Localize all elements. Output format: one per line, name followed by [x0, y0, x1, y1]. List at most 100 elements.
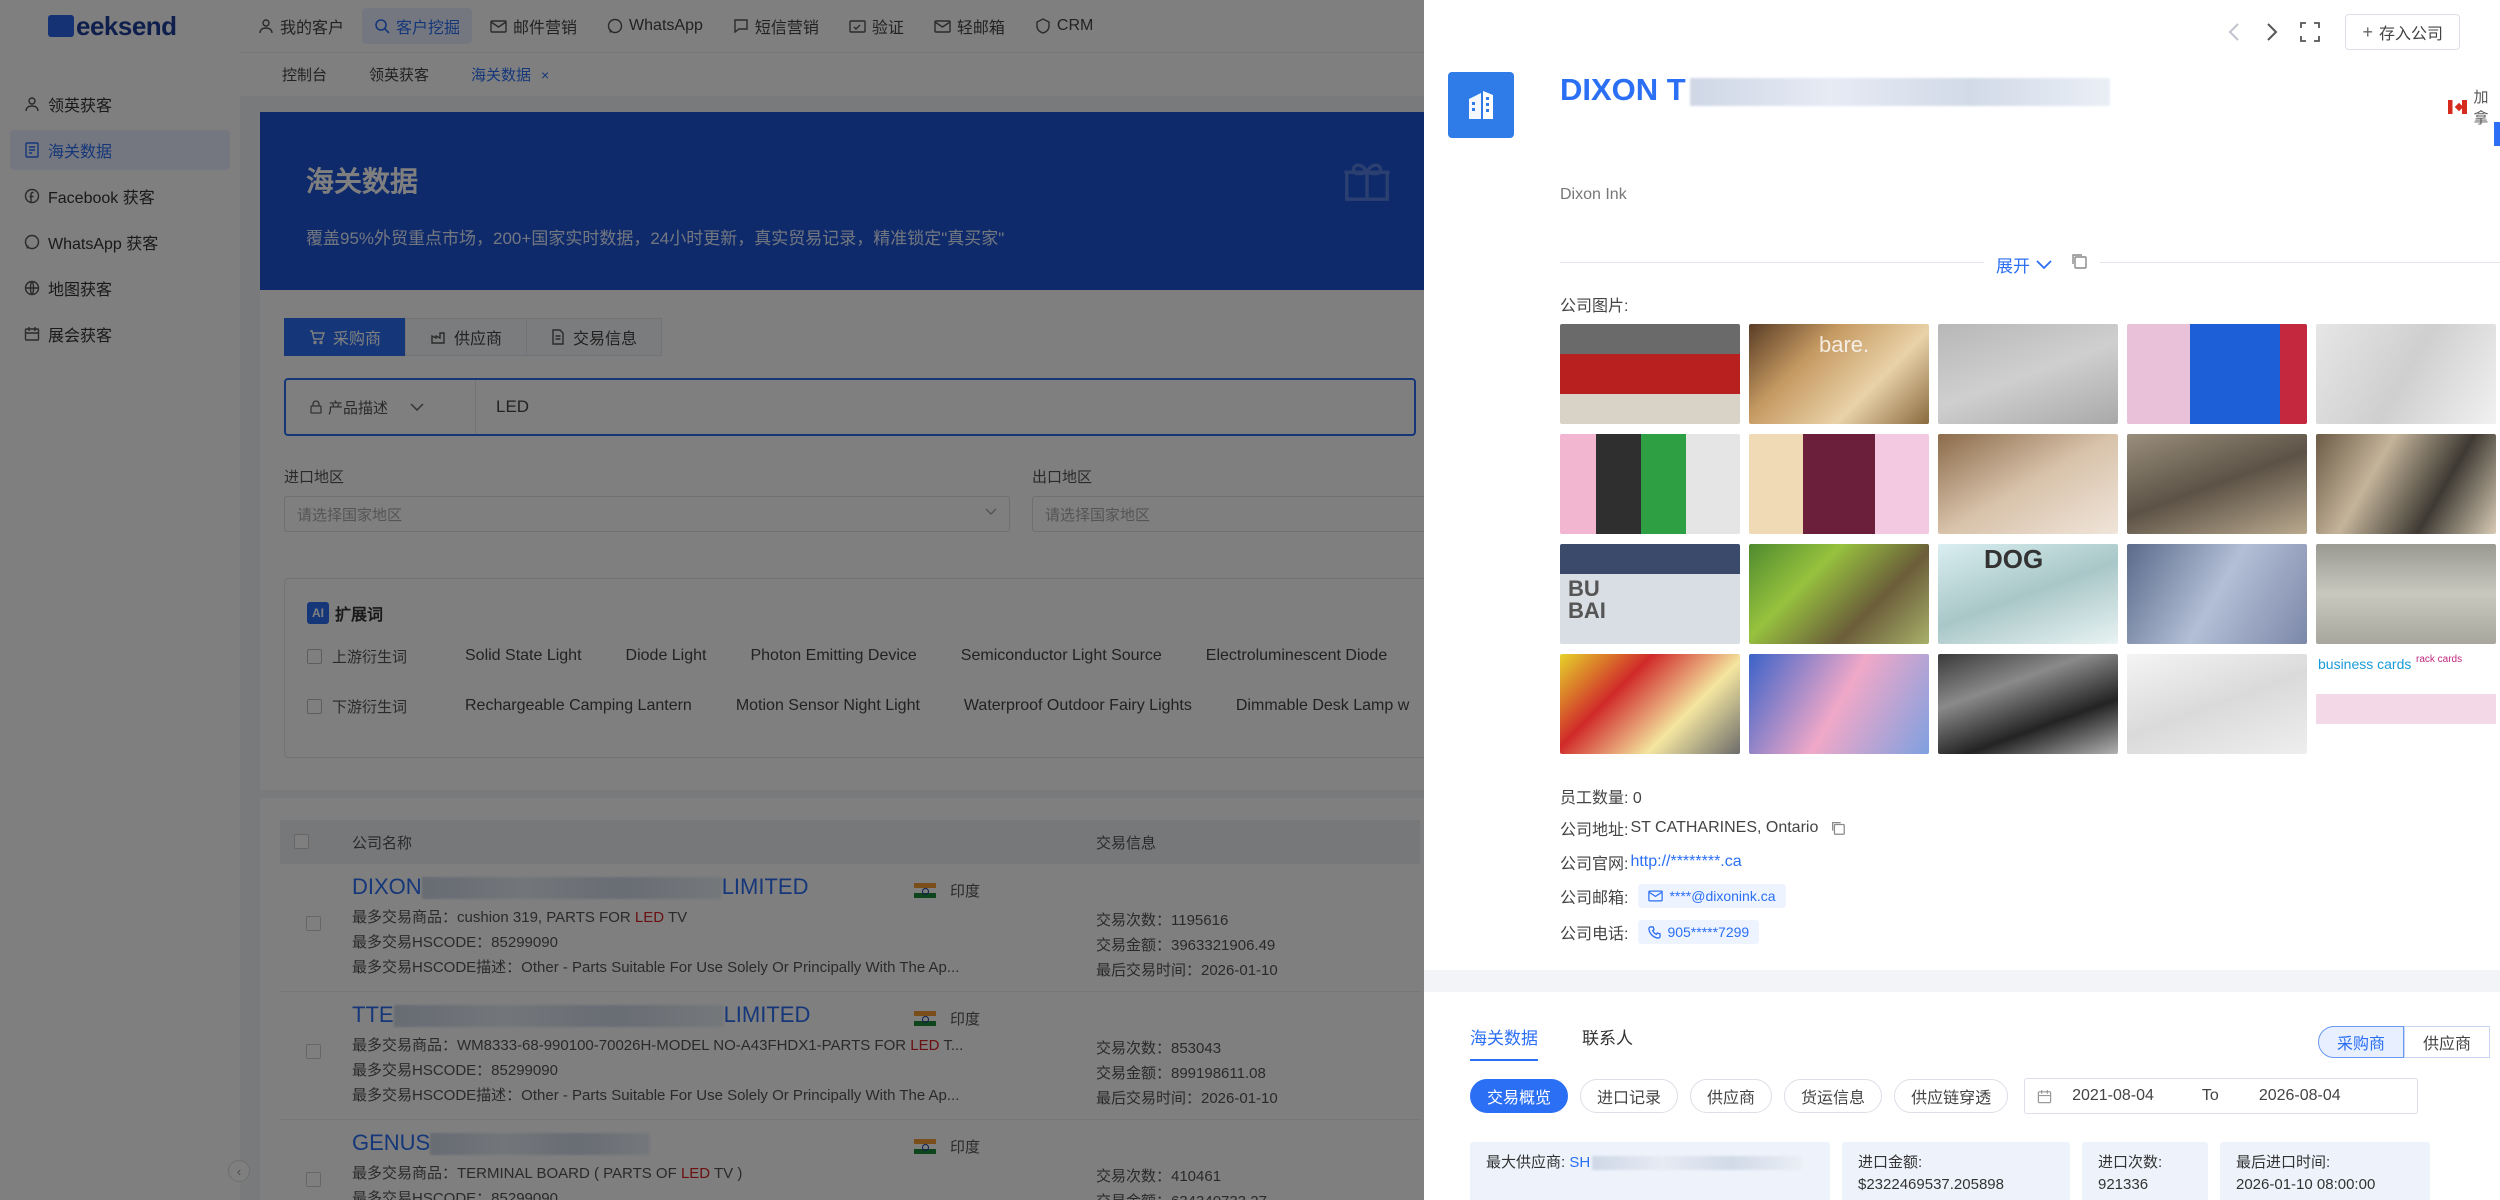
canada-flag-icon [2448, 100, 2468, 114]
employee-count: 员工数量: 0 [1560, 790, 1642, 807]
photos-label: 公司图片: [1560, 298, 1629, 315]
email-value: ****@dixonink.ca [1669, 888, 1776, 904]
company-photo[interactable] [1938, 654, 2118, 754]
company-photo[interactable] [1560, 324, 1740, 424]
company-detail-drawer: + 存入公司 DIXON T 加拿 Dixon Ink 展开 公司图片: bare… [1424, 0, 2500, 1200]
company-email: 公司邮箱: ****@dixonink.ca [1560, 884, 1786, 908]
date-separator: To [2201, 1087, 2219, 1104]
company-photo[interactable] [1749, 544, 1929, 644]
email-label: 公司邮箱: [1560, 890, 1629, 907]
phone-icon [1648, 925, 1662, 939]
expand-label: 展开 [1996, 257, 2030, 276]
stat-label: 最后进口时间: [2236, 1154, 2331, 1171]
company-photo[interactable] [1749, 654, 1929, 754]
company-photo[interactable]: BU BAI [1560, 544, 1740, 644]
company-alias: Dixon Ink [1560, 186, 1627, 203]
photo-text: BU BAI [1568, 576, 1606, 623]
drawer-toolbar: + 存入公司 [2211, 14, 2460, 50]
company-photo[interactable] [2127, 544, 2307, 644]
role-supplier[interactable]: 供应商 [2404, 1026, 2491, 1058]
filter-overview[interactable]: 交易概览 [1470, 1079, 1569, 1113]
email-chip[interactable]: ****@dixonink.ca [1638, 884, 1786, 908]
stat-last-import: 最后进口时间: 2026-01-10 08:00:00 [2220, 1142, 2430, 1200]
address-value: ST CATHARINES, Ontario [1630, 819, 1819, 836]
role-buyer[interactable]: 采购商 [2318, 1026, 2405, 1058]
website-label: 公司官网: [1560, 856, 1629, 873]
company-photo[interactable] [2127, 654, 2307, 754]
company-phone: 公司电话: 905*****7299 [1560, 920, 1760, 944]
stat-value[interactable]: SH [1569, 1154, 1590, 1171]
company-photo-grid: bare. BU BAI DOG business cards rack card… [1560, 324, 2496, 754]
company-photo[interactable] [2127, 434, 2307, 534]
stat-top-supplier: 最大供应商: SH [1470, 1142, 1830, 1200]
prev-icon[interactable] [2219, 17, 2249, 47]
stat-value: 921336 [2098, 1176, 2149, 1193]
next-icon[interactable] [2257, 17, 2287, 47]
company-building-icon [1448, 72, 1514, 138]
copy-icon[interactable] [1830, 820, 1846, 836]
photo-text: bare. [1819, 332, 1870, 357]
stat-value: 2026-01-10 08:00:00 [2236, 1176, 2376, 1193]
expand-toggle[interactable]: 展开 [1996, 252, 2052, 277]
phone-value: 905*****7299 [1667, 924, 1750, 940]
stat-import-amount: 进口金额: $2322469537.205898 [1842, 1142, 2070, 1200]
photo-text: business cards [2318, 656, 2412, 672]
section-gap [1424, 970, 2500, 992]
address-label: 公司地址: [1560, 822, 1629, 839]
stat-label: 进口次数: [2098, 1154, 2163, 1171]
phone-label: 公司电话: [1560, 926, 1629, 943]
filter-suppliers[interactable]: 供应商 [1690, 1079, 1773, 1113]
company-website: 公司官网: http://********.ca [1560, 850, 1742, 874]
fullscreen-icon[interactable] [2295, 17, 2325, 47]
photo-text: DOG [1984, 544, 2044, 574]
redacted-name [1689, 77, 2110, 106]
company-photo[interactable] [1938, 434, 2118, 534]
mail-icon [1648, 890, 1664, 902]
plus-icon: + [2362, 21, 2373, 42]
website-link[interactable]: http://********.ca [1630, 853, 1741, 871]
filter-import-records[interactable]: 进口记录 [1580, 1079, 1679, 1113]
calendar-icon [2037, 1089, 2052, 1104]
copy-icon[interactable] [2070, 252, 2088, 270]
divider [2100, 262, 2500, 263]
side-marker [2494, 122, 2500, 146]
tab-customs-data[interactable]: 海关数据 [1470, 1024, 1538, 1061]
company-photo[interactable] [1749, 434, 1929, 534]
stat-label: 进口金额: [1858, 1154, 1923, 1171]
stat-import-count: 进口次数: 921336 [2082, 1142, 2208, 1200]
company-photo[interactable] [2127, 324, 2307, 424]
company-title: DIXON T [1560, 72, 2110, 108]
date-range-picker[interactable]: 2021-08-04 To 2026-08-04 [2024, 1078, 2419, 1114]
filter-shipping[interactable]: 货运信息 [1784, 1079, 1883, 1113]
company-photo[interactable] [1938, 324, 2118, 424]
modal-overlay[interactable] [0, 0, 1424, 1200]
tab-contacts[interactable]: 联系人 [1582, 1024, 1633, 1061]
company-address: 公司地址: ST CATHARINES, Ontario [1560, 816, 1846, 840]
chevron-down-icon [2036, 259, 2052, 270]
company-photo[interactable] [2316, 324, 2496, 424]
filter-supply-chain[interactable]: 供应链穿透 [1894, 1079, 2009, 1113]
overview-stats: 最大供应商: SH 进口金额: $2322469537.205898 进口次数:… [1470, 1142, 2442, 1200]
company-photo[interactable] [2316, 434, 2496, 534]
name-start: DIXON T [1560, 72, 1686, 107]
date-from[interactable]: 2021-08-04 [2072, 1087, 2154, 1105]
stat-label: 最大供应商: [1486, 1154, 1566, 1171]
save-company-button[interactable]: + 存入公司 [2345, 14, 2460, 50]
company-photo[interactable] [1560, 654, 1740, 754]
stat-value: $2322469537.205898 [1858, 1176, 2004, 1193]
detail-filters: 交易概览 进口记录 供应商 货运信息 供应链穿透 2021-08-04 To 2… [1470, 1078, 2419, 1114]
divider [1560, 262, 1984, 263]
save-label: 存入公司 [2378, 26, 2443, 43]
company-photo[interactable] [2316, 544, 2496, 644]
redacted-name [1592, 1156, 1803, 1171]
country-tag: 加拿 [2448, 86, 2500, 128]
phone-chip[interactable]: 905*****7299 [1638, 920, 1760, 944]
company-photo[interactable]: DOG [1938, 544, 2118, 644]
role-toggle: 采购商 供应商 [2318, 1026, 2491, 1058]
company-photo[interactable]: bare. [1749, 324, 1929, 424]
date-to[interactable]: 2026-08-04 [2259, 1087, 2341, 1105]
company-photo[interactable] [1560, 434, 1740, 534]
detail-tabs: 海关数据 联系人 [1470, 1024, 1677, 1061]
photo-text: rack cards [2416, 654, 2463, 665]
company-photo[interactable]: business cards rack cards [2316, 654, 2496, 754]
